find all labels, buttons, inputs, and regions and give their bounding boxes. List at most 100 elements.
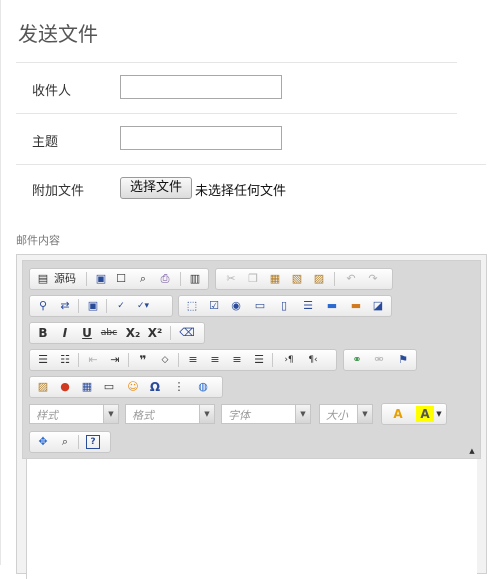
choose-file-button[interactable]: 选择文件: [120, 177, 192, 199]
show-blocks-icon[interactable]: ⌕: [56, 434, 74, 450]
toolbar-group-editing: ⚲ ⇄ ▣ ✓ ✓▾: [29, 295, 173, 317]
chevron-down-icon: ▼: [295, 405, 310, 423]
collapse-toolbar-icon[interactable]: ▲: [468, 447, 476, 455]
select-field-icon[interactable]: ☰: [299, 298, 317, 314]
paste-text-icon[interactable]: ▧: [288, 271, 306, 287]
indent-icon[interactable]: ⇥: [106, 352, 124, 368]
flash-icon[interactable]: ●: [56, 379, 74, 395]
toolbar-group-insert: ▨ ● ▦ ▭ ☺ Ω ⋮ ◍: [29, 376, 223, 398]
horizontal-rule-icon[interactable]: ▭: [100, 379, 118, 395]
toolbar-group-paragraph: ☰ ☷ ⇤ ⇥ ❞ ◇ ≡ ≡ ≡ ☰ ›¶ ¶‹: [29, 349, 337, 371]
image-button-icon[interactable]: ▬: [347, 298, 365, 314]
save-icon[interactable]: ▣: [92, 271, 110, 287]
rtl-icon[interactable]: ¶‹: [304, 352, 322, 368]
toolbar-group-colors: A A ▼: [381, 403, 447, 425]
checkbox-icon[interactable]: ☑: [205, 298, 223, 314]
form-icon[interactable]: ⬚: [183, 298, 201, 314]
numbered-list-icon[interactable]: ☰: [34, 352, 52, 368]
bold-icon[interactable]: B: [34, 325, 52, 341]
iframe-icon[interactable]: ◍: [194, 379, 212, 395]
paste-icon[interactable]: ▦: [266, 271, 284, 287]
recipient-input[interactable]: [120, 75, 282, 99]
print-icon[interactable]: ⎙: [156, 271, 174, 287]
toolbar-group-forms: ⬚ ☑ ◉ ▭ ▯ ☰ ▬ ▬ ◪: [178, 295, 392, 317]
hidden-field-icon[interactable]: ◪: [369, 298, 387, 314]
style-select[interactable]: 样式 ▼: [29, 404, 119, 424]
blockquote-icon[interactable]: ❞: [134, 352, 152, 368]
superscript-icon[interactable]: X²: [146, 325, 164, 341]
copy-icon[interactable]: ❐: [244, 271, 262, 287]
underline-icon[interactable]: U: [78, 325, 96, 341]
size-select-placeholder: 大小: [326, 409, 348, 422]
toolbar-group-links: ⚭ ⚮ ⚑: [343, 349, 417, 371]
separator: [78, 435, 79, 449]
separator: [78, 353, 79, 367]
chevron-down-icon: ▼: [199, 405, 214, 423]
preview-icon[interactable]: ⌕: [134, 271, 152, 287]
spellcheck-dropdown-icon[interactable]: ✓▾: [134, 298, 152, 314]
bulleted-list-icon[interactable]: ☷: [56, 352, 74, 368]
chevron-down-icon: ▼: [103, 405, 118, 423]
textarea-icon[interactable]: ▯: [275, 298, 293, 314]
italic-icon[interactable]: I: [56, 325, 74, 341]
align-left-icon[interactable]: ≡: [184, 352, 202, 368]
justify-icon[interactable]: ☰: [250, 352, 268, 368]
separator: [178, 353, 179, 367]
undo-icon[interactable]: ↶: [342, 271, 360, 287]
font-select[interactable]: 字体 ▼: [221, 404, 311, 424]
ltr-icon[interactable]: ›¶: [280, 352, 298, 368]
style-select-placeholder: 样式: [36, 409, 58, 422]
redo-icon[interactable]: ↷: [364, 271, 382, 287]
background-color-button[interactable]: A: [416, 406, 434, 422]
table-icon[interactable]: ▦: [78, 379, 96, 395]
subscript-icon[interactable]: X₂: [124, 325, 142, 341]
editor-content-area[interactable]: [26, 459, 477, 579]
source-button[interactable]: 源码: [50, 271, 80, 287]
help-icon[interactable]: ?: [86, 435, 100, 449]
content-label: 邮件内容: [16, 234, 60, 247]
size-select[interactable]: 大小 ▼: [319, 404, 373, 424]
link-icon[interactable]: ⚭: [348, 352, 366, 368]
unlink-icon[interactable]: ⚮: [370, 352, 388, 368]
strikethrough-icon[interactable]: abc: [100, 325, 118, 341]
align-right-icon[interactable]: ≡: [228, 352, 246, 368]
format-select[interactable]: 格式 ▼: [125, 404, 215, 424]
font-select-placeholder: 字体: [228, 409, 250, 422]
maximize-icon[interactable]: ✥: [34, 434, 52, 450]
text-color-button[interactable]: A: [386, 406, 410, 422]
divider: [16, 62, 457, 63]
chevron-down-icon[interactable]: ▼: [434, 406, 444, 422]
find-icon[interactable]: ⚲: [34, 298, 52, 314]
paste-word-icon[interactable]: ▨: [310, 271, 328, 287]
toolbar-group-basicstyles: B I U abc X₂ X² ⌫: [29, 322, 205, 344]
attachment-label: 附加文件: [32, 184, 85, 199]
smiley-icon[interactable]: ☺: [124, 379, 142, 395]
subject-input[interactable]: [120, 126, 282, 150]
outdent-icon[interactable]: ⇤: [84, 352, 102, 368]
separator: [272, 353, 273, 367]
divider: [16, 164, 486, 165]
cut-icon[interactable]: ✂: [222, 271, 240, 287]
special-char-icon[interactable]: Ω: [146, 379, 164, 395]
div-container-icon[interactable]: ◇: [156, 352, 174, 368]
image-icon[interactable]: ▨: [34, 379, 52, 395]
button-field-icon[interactable]: ▬: [323, 298, 341, 314]
separator: [334, 272, 335, 286]
separator: [128, 353, 129, 367]
spellcheck-icon[interactable]: ✓: [112, 298, 130, 314]
separator: [78, 299, 79, 313]
new-page-icon[interactable]: ☐: [112, 271, 130, 287]
separator: [180, 272, 181, 286]
radio-icon[interactable]: ◉: [227, 298, 245, 314]
select-all-icon[interactable]: ▣: [84, 298, 102, 314]
remove-format-icon[interactable]: ⌫: [178, 325, 196, 341]
page-break-icon[interactable]: ⋮: [170, 379, 188, 395]
divider: [16, 113, 457, 114]
toolbar-group-document: ▤ 源码 ▣ ☐ ⌕ ⎙ ▥: [29, 268, 209, 290]
align-center-icon[interactable]: ≡: [206, 352, 224, 368]
templates-icon[interactable]: ▥: [186, 271, 204, 287]
replace-icon[interactable]: ⇄: [56, 298, 74, 314]
textfield-icon[interactable]: ▭: [251, 298, 269, 314]
page-title: 发送文件: [18, 22, 98, 46]
anchor-icon[interactable]: ⚑: [394, 352, 412, 368]
